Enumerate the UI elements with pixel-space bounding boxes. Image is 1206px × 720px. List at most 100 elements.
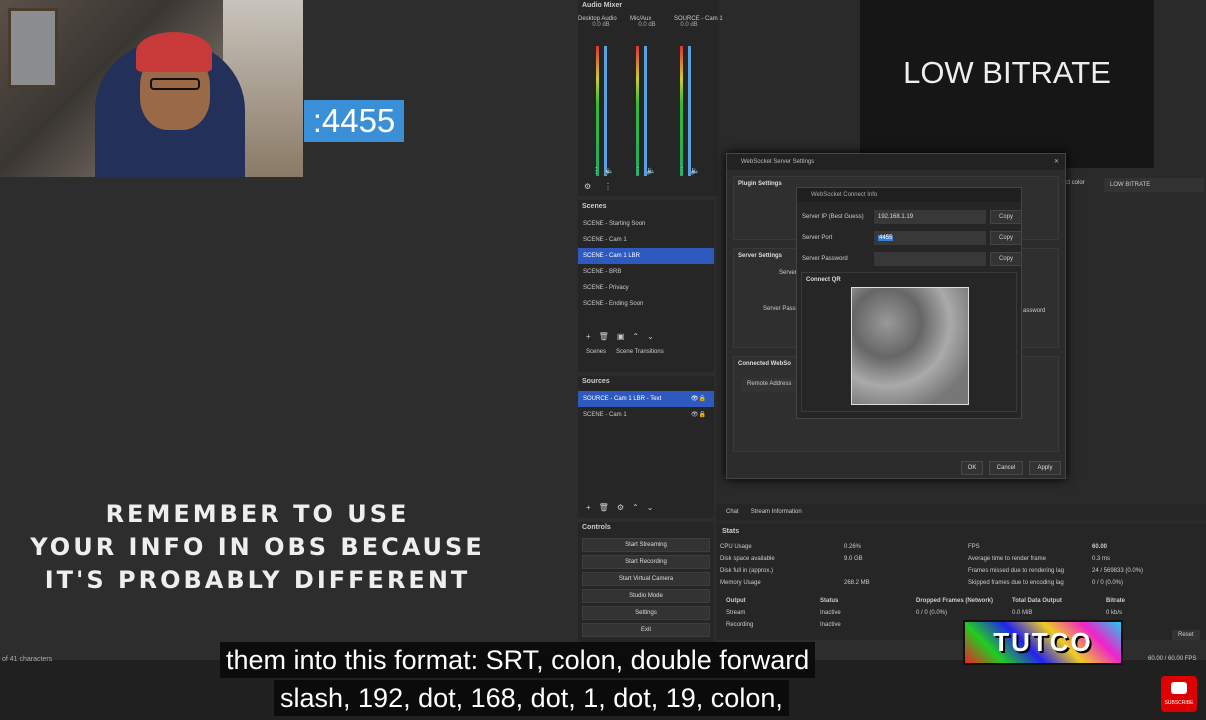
dialog-titlebar: WebSocket Server Settings ✕ bbox=[727, 154, 1065, 170]
output-header: Status bbox=[820, 598, 839, 604]
speaker-icon[interactable]: 🔈 bbox=[646, 166, 656, 175]
server-port-value: 4455 bbox=[878, 235, 894, 241]
gear-icon[interactable]: ⚙ bbox=[617, 503, 624, 512]
stat-label: Frames missed due to rendering lag bbox=[968, 568, 1065, 574]
output-header: Total Data Output bbox=[1012, 598, 1062, 604]
youtube-play-icon bbox=[1171, 682, 1187, 694]
stat-value: 9.0 GB bbox=[844, 556, 863, 562]
copy-port-button[interactable]: Copy bbox=[990, 231, 1022, 245]
filter-icon[interactable]: ▣ bbox=[617, 332, 625, 341]
scene-item[interactable]: SCENE - Privacy bbox=[578, 280, 714, 296]
stats-panel: Stats CPU Usage 0.26% Disk space availab… bbox=[716, 524, 1206, 640]
copy-ip-button[interactable]: Copy bbox=[990, 210, 1022, 224]
speaker-icon[interactable]: 🔈 bbox=[604, 166, 614, 175]
scene-toolbar: + 🗑 ▣ ⌃ ⌄ bbox=[578, 332, 714, 341]
mixer-channel: Desktop Audio 0.0 dB ⋮ 🔈 bbox=[578, 16, 622, 176]
stat-value: 60.00 bbox=[1092, 544, 1108, 550]
overlay-note-line: YOUR INFO IN OBS BECAUSE bbox=[30, 533, 485, 561]
volume-fader[interactable] bbox=[604, 46, 607, 176]
output-cell: Inactive bbox=[820, 622, 841, 628]
scene-item[interactable]: SCENE - Cam 1 LBR bbox=[578, 248, 714, 264]
start-streaming-button[interactable]: Start Streaming bbox=[582, 538, 710, 552]
overlay-note: REMEMBER TO USE YOUR INFO IN OBS BECAUSE… bbox=[0, 498, 515, 597]
copy-password-button[interactable]: Copy bbox=[990, 252, 1022, 266]
exit-button[interactable]: Exit bbox=[582, 623, 710, 637]
trash-icon[interactable]: 🗑 bbox=[599, 332, 609, 341]
channel-db: 0.0 dB bbox=[592, 22, 610, 28]
stat-label: Average time to render frame bbox=[968, 556, 1046, 562]
controls-panel: Controls Start Streaming Start Recording… bbox=[578, 522, 714, 642]
cancel-button[interactable]: Cancel bbox=[989, 461, 1023, 475]
subscribe-label: SUBSCRIBE bbox=[1164, 700, 1194, 706]
up-icon[interactable]: ⌃ bbox=[632, 503, 639, 512]
server-password-field[interactable] bbox=[874, 252, 986, 266]
volume-meter bbox=[636, 46, 639, 176]
channel-menu-icon[interactable]: ⋮ bbox=[678, 166, 686, 175]
output-cell: 0 kb/s bbox=[1106, 610, 1123, 616]
scene-item[interactable]: SCENE - Starting Soon bbox=[578, 216, 714, 232]
eye-icon[interactable]: 👁🔒 bbox=[691, 391, 706, 407]
tab-scenes[interactable]: Scenes bbox=[586, 349, 606, 355]
output-cell: Inactive bbox=[820, 610, 841, 616]
source-label: SCENE - Cam 1 bbox=[583, 412, 627, 418]
down-icon[interactable]: ⌄ bbox=[647, 503, 654, 512]
source-name-field[interactable]: LOW BITRATE bbox=[1104, 178, 1204, 192]
start-recording-button[interactable]: Start Recording bbox=[582, 555, 710, 569]
mixer-channel: Mic/Aux 0.0 dB ⋮ 🔈 bbox=[630, 16, 674, 176]
mixer-channel: SOURCE - Cam 1 0.0 dB ⋮ 🔈 bbox=[674, 16, 723, 176]
subtitle-line: slash, 192, dot, 168, dot, 1, dot, 19, c… bbox=[274, 680, 789, 716]
webcam-feed bbox=[0, 0, 303, 177]
ok-button[interactable]: OK bbox=[961, 461, 983, 475]
channel-menu-icon[interactable]: ⋮ bbox=[592, 166, 600, 175]
close-icon[interactable]: ✕ bbox=[1054, 154, 1059, 170]
volume-meter bbox=[680, 46, 683, 176]
speaker-icon[interactable]: 🔈 bbox=[690, 166, 700, 175]
subscribe-badge[interactable]: SUBSCRIBE bbox=[1161, 676, 1197, 712]
mixer-menu-icon[interactable]: ⋮ bbox=[604, 182, 612, 191]
overlay-note-line: REMEMBER TO USE bbox=[105, 500, 410, 528]
down-icon[interactable]: ⌄ bbox=[647, 332, 654, 341]
eye-icon[interactable]: 👁🔒 bbox=[691, 407, 706, 423]
trash-icon[interactable]: 🗑 bbox=[599, 503, 609, 512]
volume-meter bbox=[596, 46, 599, 176]
scene-item[interactable]: SCENE - Cam 1 bbox=[578, 232, 714, 248]
stat-label: Disk space available bbox=[720, 556, 775, 562]
add-icon[interactable]: + bbox=[586, 332, 591, 341]
stat-label: Skipped frames due to encoding lag bbox=[968, 580, 1064, 586]
channel-menu-icon[interactable]: ⋮ bbox=[634, 166, 642, 175]
tab-scene-transitions[interactable]: Scene Transitions bbox=[616, 349, 664, 355]
up-icon[interactable]: ⌃ bbox=[632, 332, 639, 341]
volume-fader[interactable] bbox=[688, 46, 691, 176]
server-ip-row: Server IP (Best Guess) 192.168.1.19 Copy bbox=[802, 210, 1022, 224]
dialog-title: WebSocket Server Settings bbox=[741, 159, 815, 165]
server-ip-field[interactable]: 192.168.1.19 bbox=[874, 210, 986, 224]
sources-title: Sources bbox=[582, 378, 610, 385]
output-header: Dropped Frames (Network) bbox=[916, 598, 994, 604]
server-pass-label-frag: Server Pass bbox=[763, 306, 796, 312]
source-toolbar: + 🗑 ⚙ ⌃ ⌄ bbox=[578, 503, 714, 512]
reset-button[interactable]: Reset bbox=[1172, 630, 1200, 640]
tutco-logo: TUTCO bbox=[963, 620, 1123, 665]
qr-code bbox=[851, 287, 969, 405]
studio-mode-button[interactable]: Studio Mode bbox=[582, 589, 710, 603]
audio-mixer-title: Audio Mixer bbox=[582, 2, 623, 9]
server-port-row: Server Port 4455 Copy bbox=[802, 231, 1022, 245]
password-frag: assword bbox=[1023, 308, 1046, 314]
add-icon[interactable]: + bbox=[586, 503, 591, 512]
scene-item[interactable]: SCENE - BRB bbox=[578, 264, 714, 280]
output-header: Output bbox=[726, 598, 746, 604]
tab-stream-information[interactable]: Stream Information bbox=[751, 504, 802, 520]
apply-button[interactable]: Apply bbox=[1029, 461, 1061, 475]
scene-item[interactable]: SCENE - Ending Soon bbox=[578, 296, 714, 312]
server-port-field[interactable]: 4455 bbox=[874, 231, 986, 245]
source-item[interactable]: SCENE - Cam 1 👁🔒 bbox=[578, 407, 714, 423]
scenes-title: Scenes bbox=[582, 203, 607, 210]
channel-db: 0.0 dB bbox=[680, 22, 698, 28]
tab-chat[interactable]: Chat bbox=[726, 504, 739, 520]
source-item[interactable]: SOURCE - Cam 1 LBR - Text 👁🔒 bbox=[578, 391, 714, 407]
settings-button[interactable]: Settings bbox=[582, 606, 710, 620]
mixer-settings-icon[interactable]: ⚙ bbox=[584, 182, 591, 191]
char-count: of 41 characters bbox=[2, 656, 53, 663]
start-virtual-camera-button[interactable]: Start Virtual Camera bbox=[582, 572, 710, 586]
volume-fader[interactable] bbox=[644, 46, 647, 176]
